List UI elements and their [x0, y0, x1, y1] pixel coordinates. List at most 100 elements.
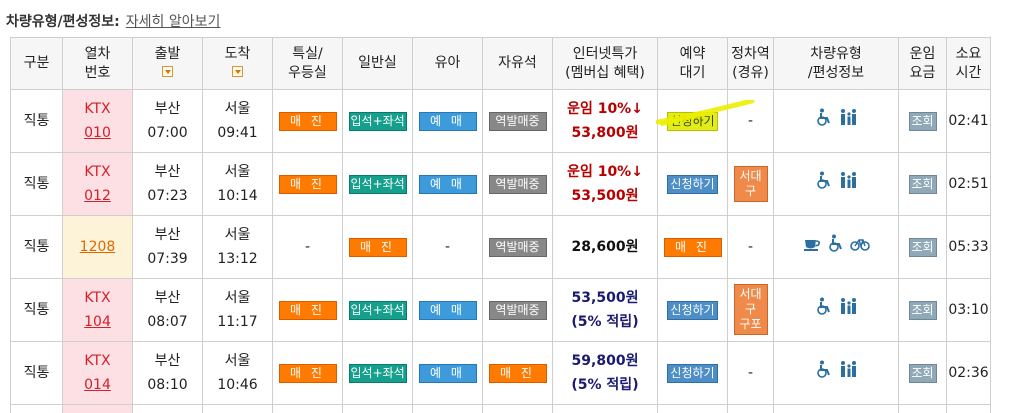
standing-seat-button[interactable]: 입석+좌석: [348, 364, 407, 383]
train-number-link[interactable]: 010: [63, 121, 132, 145]
fare-lookup-button[interactable]: 조회: [908, 364, 937, 383]
train-cell: KTX 012: [62, 152, 133, 216]
station-sale-button[interactable]: 역발매중: [488, 301, 547, 320]
station-sale-button[interactable]: 역발매중: [488, 238, 547, 257]
row-type: 직통: [10, 152, 63, 216]
train-cell: 1208: [62, 215, 133, 279]
col-internet-special: 인터넷특가 (멤버십 혜택): [552, 37, 658, 90]
internet-price-cell: 운임 10%↓ 53,800원: [552, 89, 658, 153]
departure-cell: 부산 08:07: [132, 278, 203, 342]
fare-lookup-button[interactable]: 조회: [908, 238, 937, 257]
train-cell: KTX 104: [62, 278, 133, 342]
departure-cell: 부산 07:23: [132, 152, 203, 216]
departure-cell: 부산 07:39: [132, 215, 203, 279]
wheelchair-icon[interactable]: [814, 360, 834, 378]
vehicle-icons-cell: [773, 89, 899, 153]
special-soldout-button[interactable]: 매 진: [278, 175, 337, 194]
standing-seat-button[interactable]: 입석+좌석: [348, 301, 407, 320]
infant-reserve-button[interactable]: 예 매: [418, 364, 477, 383]
learn-more-link[interactable]: 자세히 알아보기: [126, 11, 221, 31]
waitlist-apply-button[interactable]: 신청하기: [667, 364, 718, 383]
fare-lookup-button[interactable]: 조회: [908, 175, 937, 194]
wheelchair-icon[interactable]: [814, 171, 834, 189]
arrival-cell: 서울 13:12: [202, 215, 273, 279]
station-sale-button[interactable]: 역발매중: [488, 112, 547, 131]
table-row: 직통 KTX 014 부산 08:10 서울 10:46 매 진 입석+좌석 예 매…: [10, 341, 991, 405]
table-row: 직통 KTX 012 부산 07:23 서울 10:14 매 진 입석+좌석 예 매…: [10, 152, 991, 216]
standing-seat-button[interactable]: 입석+좌석: [348, 175, 407, 194]
wheelchair-icon[interactable]: [814, 108, 834, 126]
table-row: 직통 KTX 010 부산 07:00 서울 09:41 매 진 입석+좌석 예 매…: [10, 89, 991, 153]
duration-cell: 05:33: [946, 215, 991, 279]
arrival-cell: 서울 09:41: [202, 89, 273, 153]
special-cell: -: [272, 215, 343, 279]
free-seat-soldout-button[interactable]: 매 진: [488, 364, 547, 383]
waitlist-apply-button[interactable]: 신청하기: [667, 301, 718, 320]
col-stop: 정차역 (경유): [727, 37, 774, 90]
special-soldout-button[interactable]: 매 진: [278, 301, 337, 320]
col-duration: 소요 시간: [946, 37, 991, 90]
table-row: 직통 KTX 104 부산 08:07 서울 11:17 매 진 입석+좌석 예 매…: [10, 278, 991, 342]
vehicle-info-title: 차량유형/편성정보:: [6, 14, 120, 30]
wheelchair-icon[interactable]: [814, 297, 834, 315]
arrival-cell: 서울 11:17: [202, 278, 273, 342]
family-icon[interactable]: [838, 297, 858, 315]
row-type: 직통: [10, 278, 63, 342]
family-icon[interactable]: [838, 108, 858, 126]
col-vehicle: 차량유형/편성정보: [773, 37, 899, 90]
duration-cell: 02:36: [946, 341, 991, 405]
col-infant: 유아: [412, 37, 483, 90]
special-soldout-button[interactable]: 매 진: [278, 364, 337, 383]
stop-cell: -: [727, 341, 774, 405]
train-number-link[interactable]: 1208: [63, 235, 132, 259]
departure-cell: 부산 08:10: [132, 341, 203, 405]
col-train-no: 열차 번호: [62, 37, 133, 90]
special-soldout-button[interactable]: 매 진: [278, 112, 337, 131]
duration-cell: 02:51: [946, 152, 991, 216]
internet-price-cell: 운임 10%↓ 53,500원: [552, 152, 658, 216]
wheelchair-icon[interactable]: [826, 234, 846, 252]
train-type: KTX: [84, 101, 111, 117]
sort-icon[interactable]: [232, 65, 243, 77]
table-row: [10, 404, 991, 413]
waitlist-apply-button[interactable]: 신청하기: [667, 112, 718, 131]
duration-cell: 02:41: [946, 89, 991, 153]
train-number-link[interactable]: 104: [63, 310, 132, 334]
family-icon[interactable]: [838, 171, 858, 189]
arrival-cell: 서울 10:14: [202, 152, 273, 216]
station-sale-button[interactable]: 역발매중: [488, 175, 547, 194]
waitlist-soldout-button[interactable]: 매 진: [663, 238, 722, 257]
sort-icon[interactable]: [162, 65, 173, 77]
internet-price-cell: 53,500원 (5% 적립): [552, 278, 658, 342]
internet-price-cell: 59,800원 (5% 적립): [552, 341, 658, 405]
stop-station-button[interactable]: 서대구: [733, 165, 768, 202]
infant-reserve-button[interactable]: 예 매: [418, 175, 477, 194]
infant-reserve-button[interactable]: 예 매: [418, 112, 477, 131]
row-type: 직통: [10, 89, 63, 153]
vehicle-icons-cell: [773, 152, 899, 216]
col-special: 특실/우등실: [272, 37, 343, 90]
fare-lookup-button[interactable]: 조회: [908, 112, 937, 131]
family-icon[interactable]: [838, 360, 858, 378]
train-type: KTX: [84, 290, 111, 306]
waitlist-apply-button[interactable]: 신청하기: [667, 175, 718, 194]
infant-reserve-button[interactable]: 예 매: [418, 301, 477, 320]
arrival-cell: 서울 10:46: [202, 341, 273, 405]
train-number-link[interactable]: 014: [63, 373, 132, 397]
fare-lookup-button[interactable]: 조회: [908, 301, 937, 320]
departure-cell: 부산 07:00: [132, 89, 203, 153]
train-number-link[interactable]: 012: [63, 184, 132, 208]
general-soldout-button[interactable]: 매 진: [348, 238, 407, 257]
train-type: KTX: [84, 164, 111, 180]
col-fare: 운임 요금: [898, 37, 947, 90]
table-row: 직통 1208 부산 07:39 서울 13:12 - 매 진 - 역발매중 28,…: [10, 215, 991, 279]
cafe-icon[interactable]: [802, 234, 822, 252]
bicycle-icon[interactable]: [850, 234, 870, 252]
row-type: 직통: [10, 215, 63, 279]
stop-station-button[interactable]: 서대구 구포: [733, 284, 768, 335]
train-type: KTX: [84, 353, 111, 369]
col-type: 구분: [10, 37, 63, 90]
vehicle-icons-cell: [773, 215, 899, 279]
col-free-seat: 자유석: [482, 37, 553, 90]
standing-seat-button[interactable]: 입석+좌석: [348, 112, 407, 131]
